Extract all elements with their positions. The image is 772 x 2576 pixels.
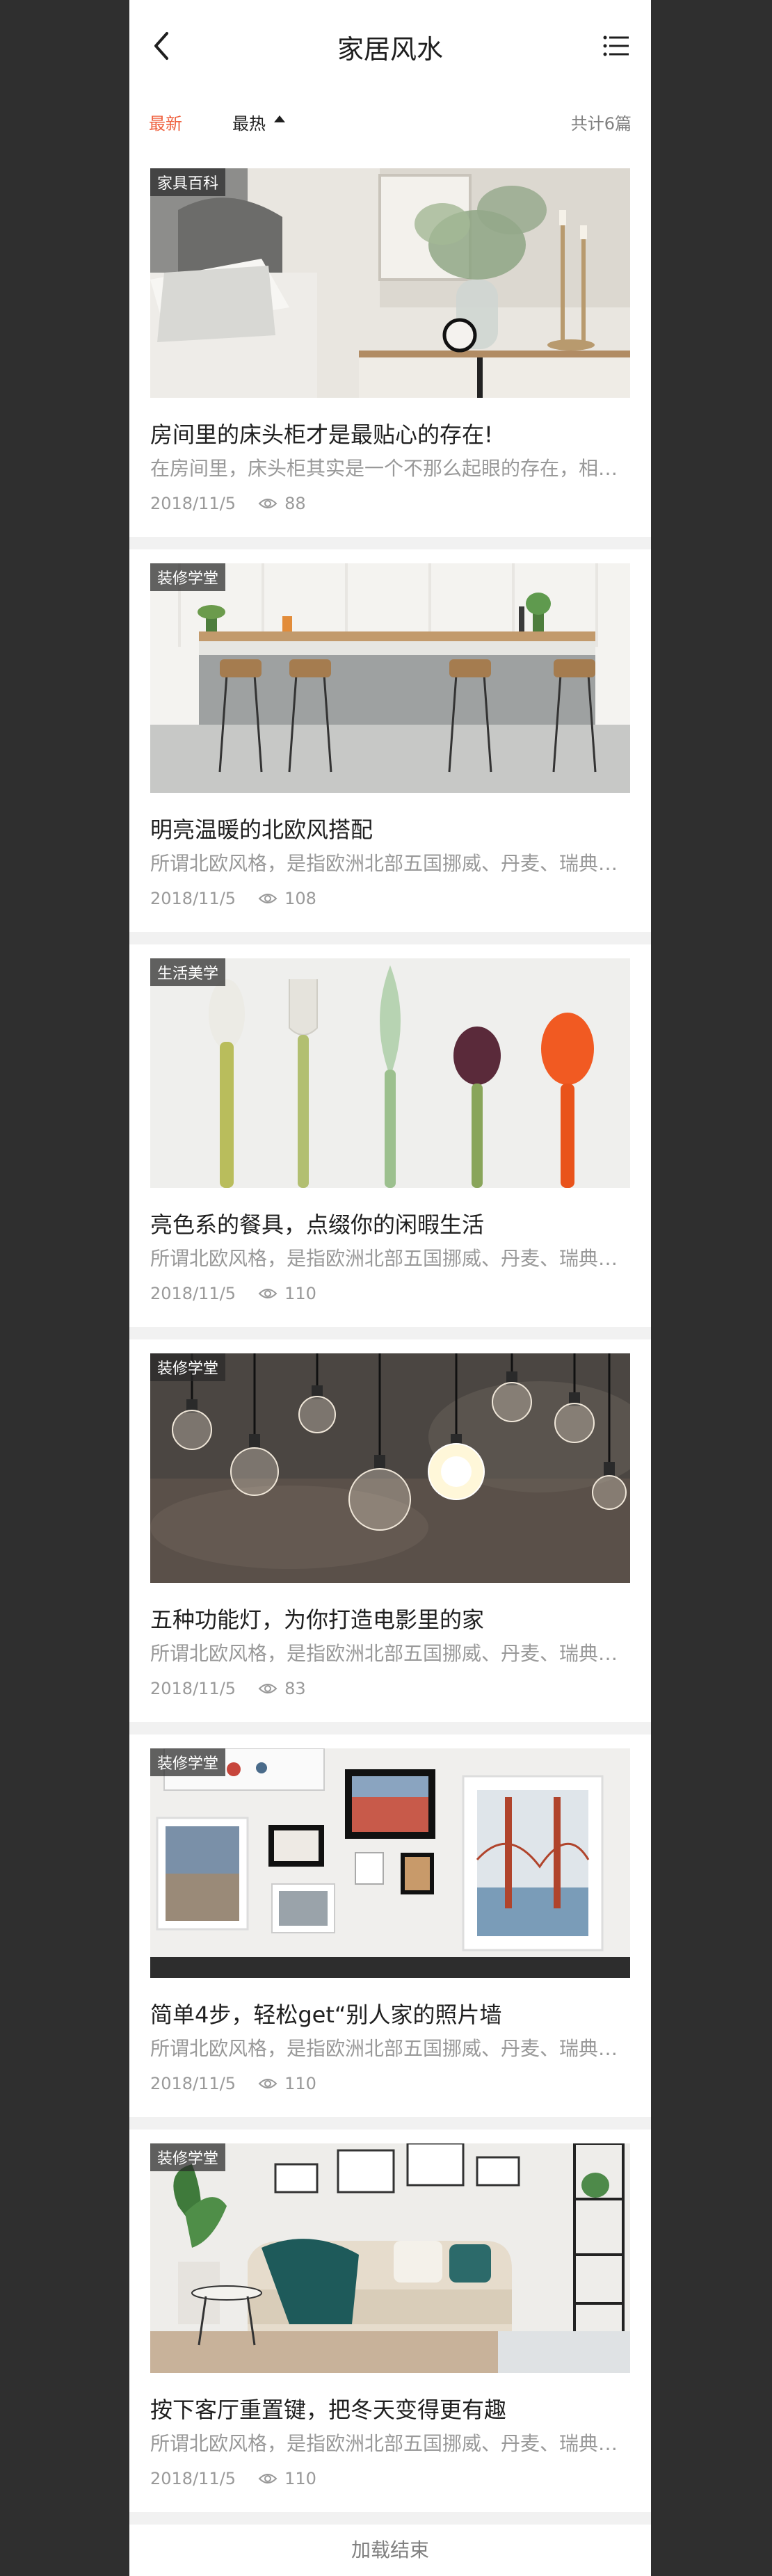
view-count: 83 [284, 1679, 306, 1698]
article-meta: 2018/11/5 83 [150, 1679, 306, 1698]
article-card[interactable]: 家具百科 房间里的床头柜才是最贴心的存在! 在房间里，床头柜其实是一个不那么起眼… [129, 154, 651, 537]
article-image[interactable]: 家具百科 [150, 168, 630, 398]
article-date: 2018/11/5 [150, 2074, 236, 2093]
load-end-text: 加载结束 [129, 2525, 651, 2576]
article-title[interactable]: 亮色系的餐具，点缀你的闲暇生活 [150, 1207, 484, 1239]
article-meta: 2018/11/5 88 [150, 494, 306, 513]
article-date: 2018/11/5 [150, 494, 236, 513]
category-tag: 装修学堂 [150, 1748, 226, 1776]
article-desc: 所谓北欧风格，是指欧洲北部五国挪威、丹麦、瑞典、芬兰和冰岛的室内设计风格 [150, 2037, 630, 2060]
category-tag: 装修学堂 [150, 1353, 226, 1381]
category-tag: 装修学堂 [150, 563, 226, 591]
article-meta: 2018/11/5 110 [150, 2469, 316, 2488]
category-tag: 家具百科 [150, 168, 226, 196]
sort-up-icon[interactable] [274, 115, 285, 122]
article-date: 2018/11/5 [150, 1679, 236, 1698]
eye-icon [258, 499, 278, 508]
eye-icon [258, 1289, 278, 1298]
header-bar: 家居风水 [129, 0, 651, 85]
article-date: 2018/11/5 [150, 2469, 236, 2488]
article-title[interactable]: 五种功能灯，为你打造电影里的家 [150, 1602, 484, 1634]
list-menu-icon[interactable] [602, 32, 630, 60]
article-date: 2018/11/5 [150, 1284, 236, 1303]
view-count: 110 [284, 2074, 316, 2093]
article-card[interactable]: 生活美学 亮色系的餐具，点缀你的闲暇生活 所谓北欧风格，是指欧洲北部五国挪威、丹… [129, 944, 651, 1327]
category-tag: 装修学堂 [150, 2143, 226, 2171]
page-title: 家居风水 [337, 34, 443, 65]
eye-icon [258, 2079, 278, 2088]
article-desc: 所谓北欧风格，是指欧洲北部五国挪威、丹麦、瑞典、芬兰和冰岛的室内设计风格 [150, 2432, 630, 2455]
eye-icon [258, 2474, 278, 2484]
article-desc: 在房间里，床头柜其实是一个不那么起眼的存在，相比于床、衣柜等大件家具 [150, 457, 630, 480]
eye-icon [258, 894, 278, 903]
phone-screen: 家居风水 最新 最热 共计6篇 家具百科 房间里的床头柜才是最贴心的存在! 在房… [129, 0, 651, 2576]
article-image[interactable]: 装修学堂 [150, 1748, 630, 1978]
article-image[interactable]: 装修学堂 [150, 1353, 630, 1583]
article-card[interactable]: 装修学堂 简单4步，轻松get“别人家的照片墙 所谓北欧风格，是指欧洲北部五国挪… [129, 1734, 651, 2117]
article-title[interactable]: 房间里的床头柜才是最贴心的存在! [150, 417, 493, 449]
eye-icon [258, 1684, 278, 1693]
article-meta: 2018/11/5 108 [150, 889, 316, 908]
sort-bar: 最新 最热 共计6篇 [129, 85, 651, 154]
sort-latest-tab[interactable]: 最新 [149, 110, 182, 134]
article-card[interactable]: 装修学堂 五种功能灯，为你打造电影里的家 所谓北欧风格，是指欧洲北部五国挪威、丹… [129, 1339, 651, 1722]
article-card[interactable]: 装修学堂 按下客厅重置键，把冬天变得更有趣 所谓北欧风格，是指欧洲北部五国挪威、… [129, 2130, 651, 2512]
view-count: 110 [284, 1284, 316, 1303]
sort-hot-tab[interactable]: 最热 [232, 110, 266, 134]
article-card[interactable]: 装修学堂 明亮温暖的北欧风搭配 所谓北欧风格，是指欧洲北部五国挪威、丹麦、瑞典、… [129, 549, 651, 932]
view-count: 88 [284, 494, 306, 513]
article-title[interactable]: 明亮温暖的北欧风搭配 [150, 812, 373, 844]
category-tag: 生活美学 [150, 958, 226, 986]
article-desc: 所谓北欧风格，是指欧洲北部五国挪威、丹麦、瑞典、芬兰和冰岛的室内设计风格 [150, 852, 630, 875]
article-title[interactable]: 按下客厅重置键，把冬天变得更有趣 [150, 2392, 506, 2424]
article-image[interactable]: 装修学堂 [150, 563, 630, 793]
view-count: 108 [284, 889, 316, 908]
article-date: 2018/11/5 [150, 889, 236, 908]
article-desc: 所谓北欧风格，是指欧洲北部五国挪威、丹麦、瑞典、芬兰和冰岛的室内设计风格 [150, 1642, 630, 1665]
article-image[interactable]: 生活美学 [150, 958, 630, 1188]
article-meta: 2018/11/5 110 [150, 2074, 316, 2093]
article-desc: 所谓北欧风格，是指欧洲北部五国挪威、丹麦、瑞典、芬兰和冰岛的室内设计风格 [150, 1247, 630, 1270]
view-count: 110 [284, 2469, 316, 2488]
article-count: 共计6篇 [570, 114, 632, 134]
article-title[interactable]: 简单4步，轻松get“别人家的照片墙 [150, 1997, 502, 2029]
article-image[interactable]: 装修学堂 [150, 2143, 630, 2373]
article-meta: 2018/11/5 110 [150, 1284, 316, 1303]
